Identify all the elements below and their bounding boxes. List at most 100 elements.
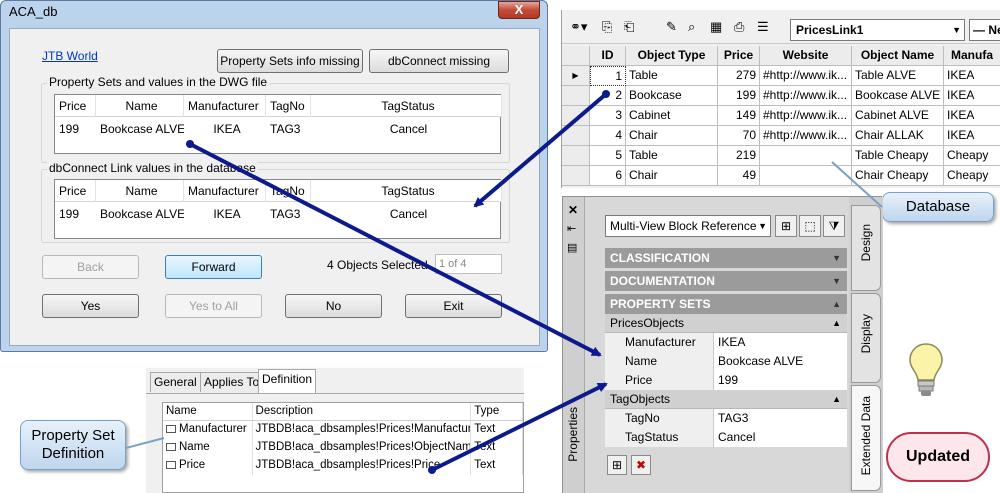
jtb-world-link[interactable]: JTB World [42,49,98,63]
description-cell[interactable]: JTBDB!aca_dbsamples!Prices!Manufacturer [253,421,472,439]
price-cell[interactable]: 49 [718,166,760,186]
property-value[interactable]: IKEA [714,333,847,352]
name-cell[interactable]: Name [163,439,253,457]
row-selector[interactable] [562,106,590,126]
forward-button[interactable]: Forward [165,255,262,279]
link-icon[interactable]: ⚭▾ [570,20,587,34]
price-cell[interactable]: 199 [718,86,760,106]
palette-menu-icon[interactable]: ▤ [567,241,577,254]
find-icon[interactable]: ⌕ [688,20,695,34]
name-cell[interactable]: Manufacturer [163,421,253,439]
id-cell[interactable]: 3 [590,106,626,126]
current-row-icon[interactable]: ▶ [562,66,590,86]
column-header[interactable]: Description [252,403,472,421]
column-header[interactable]: Object Name [852,46,944,66]
type-cell[interactable]: Chair [626,166,718,186]
property-value[interactable]: TAG3 [714,409,847,428]
manufacturer-cell[interactable]: IKEA [944,126,1000,146]
price-cell[interactable]: 149 [718,106,760,126]
prices-objects-header[interactable]: PricesObjects ▲ [605,314,847,333]
object-name-cell[interactable]: Chair ALLAK [852,126,944,146]
website-cell[interactable]: #http://www.ik... [760,126,852,146]
toggle-pickadd-icon[interactable]: ⊞ [775,215,797,237]
tab-design[interactable]: Design [851,205,881,291]
price-cell[interactable]: 279 [718,66,760,86]
type-cell[interactable]: Cabinet [626,106,718,126]
dbconnect-missing-button[interactable]: dbConnect missing [369,49,509,73]
website-cell[interactable]: #http://www.ik... [760,66,852,86]
id-cell[interactable]: 2 [590,86,626,106]
property-row[interactable]: Name Bookcase ALVE [605,352,847,371]
price-cell[interactable]: 219 [718,146,760,166]
close-button[interactable]: X [498,1,540,19]
object-name-cell[interactable]: Table ALVE [852,66,944,86]
price-cell[interactable]: 70 [718,126,760,146]
options-icon[interactable]: ☰ [757,20,769,34]
object-name-cell[interactable]: Chair Cheapy [852,166,944,186]
column-header[interactable]: ID [590,46,626,66]
edit-icon[interactable]: ✎ [666,20,677,34]
table-row[interactable]: 199 Bookcase ALVE IKEA TAG3 Cancel [55,203,502,225]
website-cell[interactable]: #http://www.ik... [760,106,852,126]
property-row[interactable]: TagStatus Cancel [605,428,847,447]
row-selector[interactable] [562,166,590,186]
property-value[interactable]: Bookcase ALVE [714,352,847,371]
paste-link-icon[interactable]: ⎗ [624,20,634,34]
type-cell[interactable]: Text [471,421,523,439]
type-cell[interactable]: Table [626,146,718,166]
section-classification[interactable]: CLASSIFICATION ▼ [605,248,847,268]
quick-select-icon[interactable]: ⧩ [823,215,845,237]
back-button[interactable]: Back [42,255,139,279]
id-cell[interactable]: 4 [590,126,626,146]
property-sets-missing-button[interactable]: Property Sets info missing [217,49,363,73]
manufacturer-cell[interactable]: IKEA [944,106,1000,126]
object-name-cell[interactable]: Cabinet ALVE [852,106,944,126]
column-header[interactable]: Name [163,403,253,421]
object-type-select[interactable]: Multi-View Block Reference ▼ [605,215,771,237]
description-cell[interactable]: JTBDB!aca_dbsamples!Prices!Price [253,457,472,475]
tab-extended-data[interactable]: Extended Data [851,385,881,491]
table-row[interactable]: Manufacturer JTBDB!aca_dbsamples!Prices!… [163,421,523,439]
manufacturer-cell[interactable]: Cheapy [944,146,1000,166]
manufacturer-cell[interactable]: IKEA [944,86,1000,106]
property-value[interactable]: Cancel [714,428,847,447]
no-button[interactable]: No [285,294,382,318]
table-row[interactable]: 3 Cabinet 149 #http://www.ik... Cabinet … [562,106,1000,126]
name-cell[interactable]: Price [163,457,253,475]
add-property-set-icon[interactable]: ⊞ [607,455,627,475]
close-icon[interactable]: ✕ [568,203,578,217]
property-value[interactable]: 199 [714,371,847,390]
id-cell[interactable]: 1 [590,66,626,86]
table-row[interactable]: 5 Table 219 Table Cheapy Cheapy [562,146,1000,166]
add-link-icon[interactable]: ⎘ [602,20,612,34]
type-cell[interactable]: Table [626,66,718,86]
id-cell[interactable]: 5 [590,146,626,166]
row-selector[interactable] [562,86,590,106]
website-cell[interactable]: #http://www.ik... [760,86,852,106]
table-row[interactable]: 199 Bookcase ALVE IKEA TAG3 Cancel [55,118,502,140]
tag-objects-header[interactable]: TagObjects ▲ [605,390,847,409]
tab-general[interactable]: General [150,372,201,392]
type-cell[interactable]: Text [471,457,523,475]
link-template-select[interactable]: PricesLink1 ▼ [790,19,965,41]
section-documentation[interactable]: DOCUMENTATION ▼ [605,271,847,291]
column-header[interactable]: Object Type [626,46,718,66]
object-name-cell[interactable]: Bookcase ALVE [852,86,944,106]
tab-definition[interactable]: Definition [258,369,317,393]
autohide-icon[interactable]: ⇤ [567,222,576,235]
tab-applies-to[interactable]: Applies To [200,372,264,392]
table-row[interactable]: 2 Bookcase 199 #http://www.ik... Bookcas… [562,86,1000,106]
column-header[interactable]: Type [471,403,523,421]
print-icon[interactable]: ⎙ [734,20,744,34]
column-header[interactable]: Manufa [944,46,1000,66]
table-row[interactable]: Price JTBDB!aca_dbsamples!Prices!Price T… [163,457,523,475]
type-cell[interactable]: Chair [626,126,718,146]
manufacturer-cell[interactable]: IKEA [944,66,1000,86]
property-row[interactable]: Price 199 [605,371,847,390]
table-row[interactable]: Name JTBDB!aca_dbsamples!Prices!ObjectNa… [163,439,523,457]
exit-button[interactable]: Exit [405,294,502,318]
column-header[interactable]: Price [718,46,760,66]
section-property-sets[interactable]: PROPERTY SETS ▲ [605,294,847,314]
object-name-cell[interactable]: Table Cheapy [852,146,944,166]
tab-display[interactable]: Display [851,293,881,383]
